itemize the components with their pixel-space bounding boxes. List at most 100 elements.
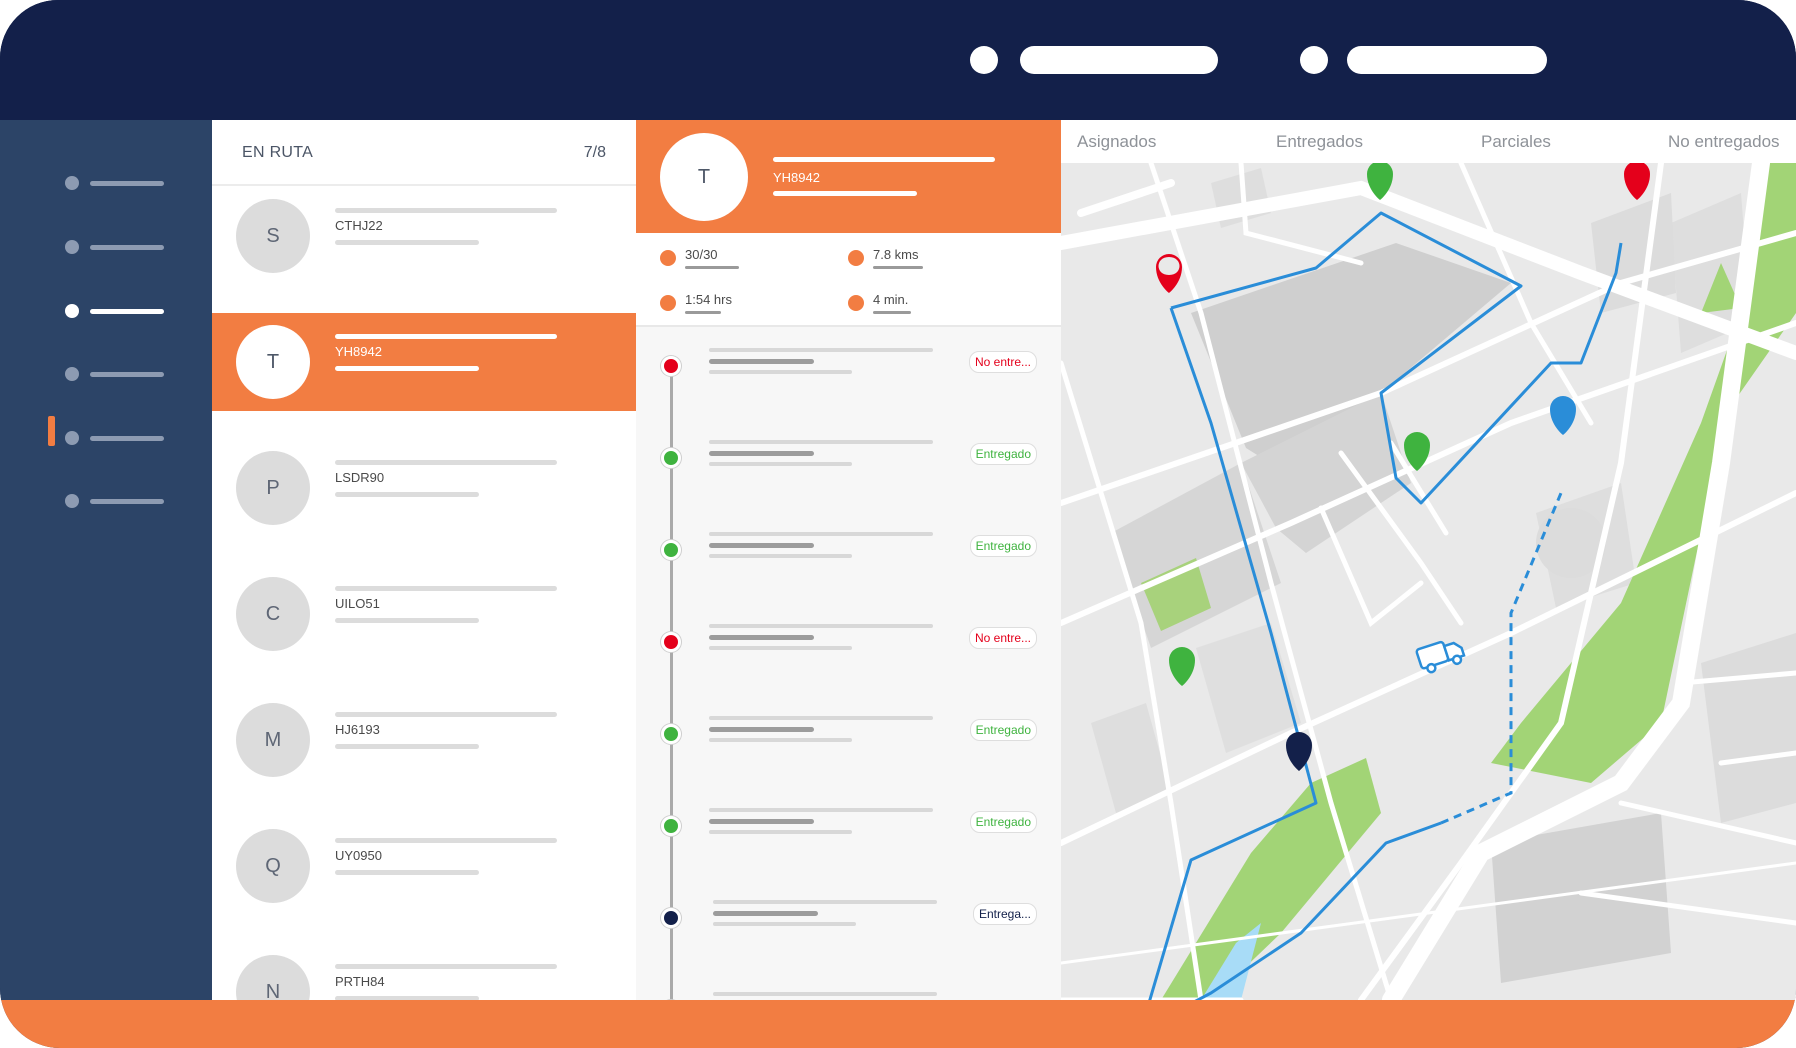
sidebar-item[interactable] xyxy=(60,491,170,511)
stop-item[interactable]: No entre... xyxy=(636,348,1061,388)
detail-route-code: YH8942 xyxy=(773,170,820,185)
stop-status-dot-icon xyxy=(661,448,681,468)
text-placeholder xyxy=(335,460,557,465)
text-placeholder xyxy=(709,646,852,650)
text-placeholder xyxy=(709,532,933,536)
text-placeholder xyxy=(709,462,852,466)
tab-entregados[interactable]: Entregados xyxy=(1276,132,1363,152)
tab-parciales[interactable]: Parciales xyxy=(1481,132,1551,152)
sidebar-item[interactable] xyxy=(60,237,170,257)
stop-status-dot-icon xyxy=(661,356,681,376)
route-avatar: Q xyxy=(236,829,310,903)
title-bar-dot[interactable] xyxy=(970,46,998,74)
stat-distance-value: 7.8 kms xyxy=(873,247,919,262)
text-placeholder xyxy=(709,738,852,742)
stat-underline xyxy=(873,311,911,314)
stat-bullet-icon xyxy=(848,250,864,266)
nav-label-placeholder xyxy=(90,245,164,250)
active-nav-indicator xyxy=(48,416,55,446)
text-placeholder xyxy=(335,366,479,371)
nav-label-placeholder xyxy=(90,499,164,504)
text-placeholder xyxy=(709,808,933,812)
route-code: HJ6193 xyxy=(335,722,380,737)
stat-bullet-icon xyxy=(848,295,864,311)
route-row[interactable]: C UILO51 xyxy=(212,565,636,663)
route-row[interactable]: P LSDR90 xyxy=(212,439,636,537)
text-placeholder xyxy=(335,240,479,245)
route-avatar: P xyxy=(236,451,310,525)
stop-item[interactable]: No entre... xyxy=(636,624,1061,664)
stop-item[interactable]: Entrega... xyxy=(636,900,1061,940)
stop-item[interactable] xyxy=(636,992,1061,1000)
stat-underline xyxy=(873,266,923,269)
tab-no-entregados[interactable]: No entregados xyxy=(1668,132,1780,152)
stop-status-dot-icon xyxy=(661,632,681,652)
sidebar-item-active[interactable] xyxy=(60,301,170,321)
stop-status-badge: No entre... xyxy=(968,351,1037,373)
sidebar-item[interactable] xyxy=(60,428,170,448)
bottom-bar xyxy=(0,1000,1796,1048)
title-bar-dot[interactable] xyxy=(1300,46,1328,74)
route-code: YH8942 xyxy=(335,344,382,359)
text-placeholder xyxy=(335,334,557,339)
stat-bullet-icon xyxy=(660,250,676,266)
stop-status-dot-icon xyxy=(661,724,681,744)
route-row[interactable]: S CTHJ22 xyxy=(212,187,636,285)
sidebar-item[interactable] xyxy=(60,173,170,193)
route-avatar: N xyxy=(236,955,310,1000)
route-code: UY0950 xyxy=(335,848,382,863)
park xyxy=(1781,163,1796,263)
route-code: UILO51 xyxy=(335,596,380,611)
text-placeholder xyxy=(709,830,852,834)
stat-avg-time-value: 4 min. xyxy=(873,292,909,307)
sidebar-item[interactable] xyxy=(60,364,170,384)
map-tabs: Asignados Entregados Parciales No entreg… xyxy=(1061,120,1796,163)
route-row[interactable]: M HJ6193 xyxy=(212,691,636,789)
text-placeholder xyxy=(709,348,933,352)
route-avatar: S xyxy=(236,199,310,273)
text-placeholder xyxy=(773,191,917,196)
app-window: EN RUTA 7/8 S CTHJ22 T YH8942 P LSDR90 C… xyxy=(0,0,1796,1048)
route-avatar: T xyxy=(236,325,310,399)
stat-underline xyxy=(685,266,739,269)
text-placeholder xyxy=(335,586,557,591)
text-placeholder xyxy=(709,543,814,548)
nav-label-placeholder xyxy=(90,309,164,314)
map-canvas[interactable] xyxy=(1061,163,1796,1000)
route-avatar: M xyxy=(236,703,310,777)
text-placeholder xyxy=(709,440,933,444)
text-placeholder xyxy=(709,819,814,824)
text-placeholder xyxy=(713,900,937,904)
nav-bullet-icon xyxy=(65,304,79,318)
nav-bullet-icon xyxy=(65,431,79,445)
route-row[interactable]: Q UY0950 xyxy=(212,817,636,915)
nav-bullet-icon xyxy=(65,367,79,381)
title-bar-placeholder[interactable] xyxy=(1347,46,1547,74)
text-placeholder xyxy=(335,838,557,843)
nav-bullet-icon xyxy=(65,240,79,254)
stat-bullet-icon xyxy=(660,295,676,311)
route-row[interactable]: N PRTH84 xyxy=(212,943,636,1000)
stop-item[interactable]: Entregado xyxy=(636,808,1061,848)
stop-status-badge: Entregado xyxy=(969,811,1037,833)
route-code: PRTH84 xyxy=(335,974,385,989)
nav-label-placeholder xyxy=(90,436,164,441)
nav-bullet-icon xyxy=(65,176,79,190)
routes-list-panel: EN RUTA 7/8 S CTHJ22 T YH8942 P LSDR90 C… xyxy=(212,120,636,1000)
route-row-selected[interactable]: T YH8942 xyxy=(212,313,636,411)
tab-asignados[interactable]: Asignados xyxy=(1077,132,1156,152)
text-placeholder xyxy=(709,451,814,456)
text-placeholder xyxy=(335,618,479,623)
route-avatar: C xyxy=(236,577,310,651)
stop-item[interactable]: Entregado xyxy=(636,532,1061,572)
driver-avatar: T xyxy=(660,133,748,221)
stop-item[interactable]: Entregado xyxy=(636,440,1061,480)
stop-item[interactable]: Entregado xyxy=(636,716,1061,756)
route-code: LSDR90 xyxy=(335,470,385,485)
text-placeholder xyxy=(713,992,937,996)
text-placeholder xyxy=(709,370,852,374)
text-placeholder xyxy=(335,870,479,875)
stop-status-badge: Entregado xyxy=(969,719,1037,741)
title-bar-placeholder[interactable] xyxy=(1020,46,1218,74)
text-placeholder xyxy=(335,744,479,749)
